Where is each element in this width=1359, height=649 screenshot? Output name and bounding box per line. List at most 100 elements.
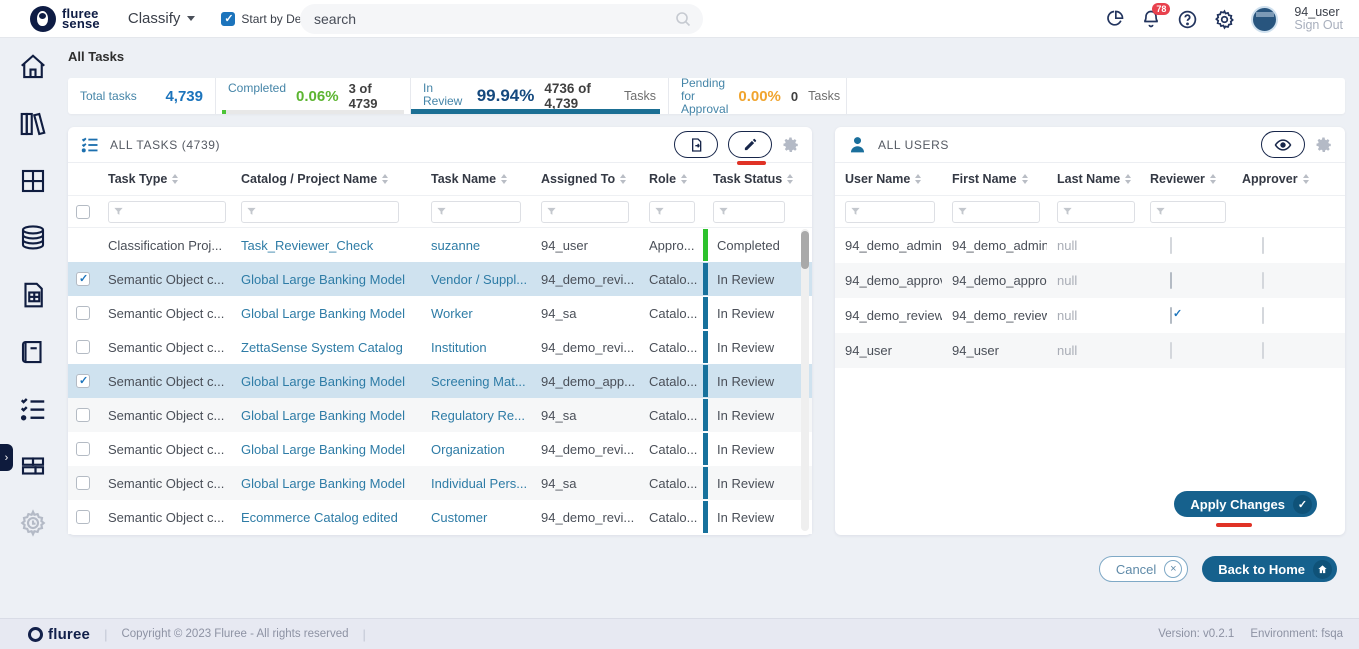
role-cell: Appro...	[639, 238, 703, 253]
list-item[interactable]: 94_user94_usernull	[835, 333, 1345, 368]
row-checkbox[interactable]	[76, 476, 90, 490]
tasks-scrollbar[interactable]	[801, 229, 809, 531]
sidebar-item-glossary[interactable]	[18, 337, 48, 367]
col-user-name[interactable]: User Name	[835, 172, 942, 186]
col-catalog[interactable]: Catalog / Project Name	[231, 172, 421, 186]
catalog-link[interactable]: ZettaSense System Catalog	[231, 340, 421, 355]
stat-total-tasks[interactable]: Total tasks 4,739	[68, 78, 216, 114]
table-row[interactable]: Semantic Object c...Global Large Banking…	[68, 466, 812, 500]
col-role[interactable]: Role	[639, 172, 703, 186]
list-item[interactable]: 94_demo_admin94_demo_adminnull	[835, 228, 1345, 263]
table-row[interactable]: Semantic Object c...Ecommerce Catalog ed…	[68, 500, 812, 534]
catalog-link[interactable]: Global Large Banking Model	[231, 442, 421, 457]
task-name-link[interactable]: Institution	[421, 340, 531, 355]
task-name-link[interactable]: Regulatory Re...	[421, 408, 531, 423]
users-gear-icon[interactable]	[1315, 136, 1333, 154]
catalog-link[interactable]: Global Large Banking Model	[231, 476, 421, 491]
approver-checkbox[interactable]	[1262, 237, 1264, 254]
table-row[interactable]: Classification Proj...Task_Reviewer_Chec…	[68, 228, 812, 262]
sidebar-item-database[interactable]	[18, 223, 48, 253]
catalog-link[interactable]: Ecommerce Catalog edited	[231, 510, 421, 525]
scrollbar-thumb[interactable]	[801, 231, 809, 269]
row-checkbox[interactable]	[76, 340, 90, 354]
select-all-checkbox[interactable]	[76, 205, 90, 219]
reviewer-checkbox[interactable]	[1170, 237, 1172, 254]
role-cell: Catalo...	[639, 510, 703, 525]
task-name-link[interactable]: Screening Mat...	[421, 374, 531, 389]
stat-in-review[interactable]: In Review 99.94% 4736 of 4,739 Tasks	[411, 78, 669, 114]
col-task-type[interactable]: Task Type	[98, 172, 231, 186]
task-name-link[interactable]: Worker	[421, 306, 531, 321]
approver-checkbox[interactable]	[1262, 272, 1264, 289]
table-row[interactable]: Semantic Object c...Global Large Banking…	[68, 432, 812, 466]
sign-out-link[interactable]: Sign Out	[1294, 19, 1343, 32]
stat-completed-detail: 3 of 4739	[349, 81, 398, 111]
tasks-gear-icon[interactable]	[782, 136, 800, 154]
catalog-link[interactable]: Global Large Banking Model	[231, 306, 421, 321]
sidebar-item-home[interactable]	[18, 52, 48, 82]
row-checkbox[interactable]	[76, 306, 90, 320]
task-name-link[interactable]: Organization	[421, 442, 531, 457]
catalog-link[interactable]: Task_Reviewer_Check	[231, 238, 421, 253]
edit-tasks-button[interactable]	[728, 131, 772, 158]
table-row[interactable]: Semantic Object c...Global Large Banking…	[68, 398, 812, 432]
cancel-button[interactable]: Cancel ×	[1099, 556, 1188, 582]
task-name-link[interactable]: Vendor / Suppl...	[421, 272, 531, 287]
table-row[interactable]: Semantic Object c...ZettaSense System Ca…	[68, 330, 812, 364]
sidebar-item-bricks[interactable]	[18, 451, 48, 481]
approver-checkbox[interactable]	[1262, 342, 1264, 359]
reviewer-checkbox[interactable]	[1170, 272, 1172, 289]
sidebar-item-grid[interactable]	[18, 166, 48, 196]
list-item[interactable]: 94_demo_reviewe94_demo_reviewnull	[835, 298, 1345, 333]
row-checkbox[interactable]	[76, 510, 90, 524]
col-reviewer[interactable]: Reviewer	[1140, 172, 1232, 186]
filter-input-catalog[interactable]	[241, 201, 399, 223]
list-item[interactable]: 94_demo_approv94_demo_appro..null	[835, 263, 1345, 298]
col-assigned-to[interactable]: Assigned To	[531, 172, 639, 186]
help-icon[interactable]	[1177, 9, 1198, 30]
task-name-link[interactable]: Individual Pers...	[421, 476, 531, 491]
annotation-underline	[1216, 523, 1252, 527]
assigned-to-cell: 94_sa	[531, 408, 639, 423]
search-input[interactable]	[300, 11, 675, 27]
col-task-name[interactable]: Task Name	[421, 172, 531, 186]
settings-gear-icon[interactable]	[1214, 9, 1235, 30]
table-row[interactable]: Semantic Object c...Global Large Banking…	[68, 262, 812, 296]
back-to-home-button[interactable]: Back to Home	[1202, 556, 1337, 582]
catalog-link[interactable]: Global Large Banking Model	[231, 408, 421, 423]
reviewer-checkbox[interactable]	[1170, 342, 1172, 359]
row-checkbox[interactable]	[76, 374, 90, 388]
col-task-status[interactable]: Task Status	[703, 172, 812, 186]
col-approver[interactable]: Approver	[1232, 172, 1345, 186]
col-first-name[interactable]: First Name	[942, 172, 1047, 186]
notifications-bell-icon[interactable]: 78	[1141, 9, 1161, 29]
row-checkbox[interactable]	[76, 408, 90, 422]
catalog-link[interactable]: Global Large Banking Model	[231, 272, 421, 287]
stat-pending[interactable]: Pending for Approval 0.00% 0 Tasks	[669, 78, 847, 114]
col-last-name[interactable]: Last Name	[1047, 172, 1140, 186]
row-checkbox[interactable]	[76, 442, 90, 456]
start-by-default-checkbox[interactable]	[221, 12, 235, 26]
reports-pie-icon[interactable]	[1105, 9, 1125, 29]
sidebar-item-settings[interactable]	[18, 508, 48, 538]
classify-menu[interactable]: Classify	[128, 10, 196, 27]
reviewer-checkbox[interactable]	[1170, 307, 1172, 324]
export-tasks-button[interactable]	[674, 131, 718, 158]
task-name-link[interactable]: Customer	[421, 510, 531, 525]
apply-changes-button[interactable]: Apply Changes ✓	[1174, 491, 1317, 517]
view-users-button[interactable]	[1261, 131, 1305, 158]
sidebar-item-library[interactable]	[18, 109, 48, 139]
sidebar-item-datasheet[interactable]	[18, 280, 48, 310]
sidebar-item-tasks[interactable]	[18, 394, 48, 424]
task-name-link[interactable]: suzanne	[421, 238, 531, 253]
table-row[interactable]: Semantic Object c...Global Large Banking…	[68, 296, 812, 330]
catalog-link[interactable]: Global Large Banking Model	[231, 374, 421, 389]
row-checkbox[interactable]	[76, 272, 90, 286]
table-row[interactable]: Semantic Object c...Global Large Banking…	[68, 364, 812, 398]
approver-checkbox[interactable]	[1262, 307, 1264, 324]
stat-completed[interactable]: Completed 0.06% 3 of 4739	[216, 78, 411, 114]
filter-icon	[957, 206, 968, 217]
filter-input-task-type[interactable]	[108, 201, 226, 223]
avatar[interactable]	[1251, 6, 1278, 33]
search-bar[interactable]	[300, 4, 703, 34]
